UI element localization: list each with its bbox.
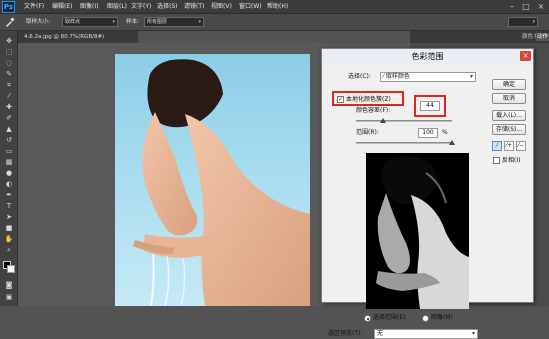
move-tool-icon[interactable]: ✥	[4, 37, 14, 45]
selection-preview-value: 无	[377, 330, 384, 337]
range-unit: %	[442, 129, 448, 136]
save-button[interactable]: 存储(S)...	[492, 124, 526, 135]
workspace-select[interactable]: ▾	[508, 17, 538, 27]
chevron-down-icon: ▾	[112, 19, 115, 25]
chevron-down-icon: ▾	[198, 19, 201, 25]
fuzziness-slider-track[interactable]	[356, 120, 452, 122]
highlight-box-localized	[332, 91, 404, 106]
toolbox: ✥ ⬚ ◌ ✎ ⌗ ⁄ ✚ ✐ ▲ ↺ ▭ ▦ ● ◐ ✒ T ➤ ■ ✋ ⌕ …	[0, 31, 18, 306]
eyedropper-icon[interactable]: ⁄	[492, 141, 502, 151]
chevron-down-icon: ▾	[532, 19, 535, 25]
menu-view[interactable]: 视图(V)	[211, 2, 232, 12]
invert-checkbox[interactable]	[493, 157, 500, 164]
woman-face-photo	[133, 59, 310, 306]
screen-mode-icon[interactable]: ▣	[4, 293, 14, 301]
type-tool-icon[interactable]: T	[4, 202, 14, 210]
dialog-title: 色彩范围	[322, 49, 533, 64]
select-dropdown[interactable]: ⁄ 取样颜色 ▾	[380, 72, 476, 82]
sample-size-label: 取样大小:	[26, 19, 50, 25]
hand-tool-icon[interactable]: ✋	[4, 235, 14, 243]
menu-file[interactable]: 文件(F)	[24, 2, 44, 12]
maximize-button[interactable]: □	[520, 2, 532, 12]
fuzziness-label: 颜色容差(F):	[356, 107, 391, 114]
blur-tool-icon[interactable]: ●	[4, 169, 14, 177]
document-tab[interactable]: 4.6.2a.jpg @ 80.7%(RGB/8#)	[18, 31, 138, 43]
select-label: 选择(C):	[348, 73, 371, 80]
crop-tool-icon[interactable]: ⌗	[4, 81, 14, 89]
canvas-photo[interactable]	[115, 54, 310, 306]
selection-preview-image	[366, 153, 469, 309]
pen-tool-icon[interactable]: ✒	[4, 191, 14, 199]
select-value: 取样颜色	[385, 73, 410, 80]
menu-window[interactable]: 窗口(W)	[239, 2, 262, 12]
sample-size-select[interactable]: 取样点 ▾	[62, 17, 118, 27]
brush-tool-icon[interactable]: ✐	[4, 114, 14, 122]
quick-mask-icon[interactable]: ◙	[4, 281, 14, 289]
eyedropper-tool-icon[interactable]	[4, 17, 15, 28]
photoshop-logo: Ps	[2, 1, 15, 13]
highlight-box-fuzziness	[414, 95, 446, 117]
menu-image[interactable]: 图像(I)	[80, 2, 98, 12]
menu-edit[interactable]: 编辑(E)	[52, 2, 72, 12]
lasso-tool-icon[interactable]: ◌	[4, 59, 14, 67]
eraser-tool-icon[interactable]: ▭	[4, 147, 14, 155]
clone-stamp-icon[interactable]: ▲	[4, 125, 14, 133]
marquee-tool-icon[interactable]: ⬚	[4, 48, 14, 56]
chevron-down-icon: ▾	[469, 73, 473, 80]
range-slider-track[interactable]	[356, 142, 452, 144]
tab-color[interactable]: 颜色	[522, 33, 533, 41]
menu-help[interactable]: 帮助(H)	[267, 2, 288, 12]
tab-actions[interactable]: 动作	[536, 33, 549, 41]
selection-radio-label: 选择范围(E)	[373, 314, 406, 321]
load-button[interactable]: 载入(L)...	[492, 110, 526, 121]
options-bar: 取样大小: 取样点 ▾ 样本: 所有图层 ▾ ▾	[0, 14, 549, 31]
dialog-close-button[interactable]: ✕	[520, 51, 531, 61]
panel-tabs: 颜色 色板 动作	[410, 31, 549, 43]
eyedropper-plus-icon[interactable]: ⁄+	[504, 141, 514, 151]
eyedropper-minus-icon[interactable]: ⁄−	[516, 141, 526, 151]
ok-button[interactable]: 确定	[492, 79, 526, 90]
quick-select-tool-icon[interactable]: ✎	[4, 70, 14, 78]
sample-value: 所有图层	[147, 19, 168, 25]
range-slider-thumb[interactable]	[449, 140, 455, 145]
eyedropper-icon[interactable]: ⁄	[4, 92, 14, 100]
invert-label: 反相(I)	[502, 157, 521, 164]
dodge-tool-icon[interactable]: ◐	[4, 180, 14, 188]
menu-select[interactable]: 选择(S)	[157, 2, 178, 12]
image-radio[interactable]	[422, 315, 429, 322]
range-label: 范围(R):	[356, 129, 379, 136]
sample-select[interactable]: 所有图层 ▾	[144, 17, 204, 27]
menu-type[interactable]: 文字(Y)	[131, 2, 151, 12]
menu-bar: Ps 文件(F) 编辑(E) 图像(I) 图层(L) 文字(Y) 选择(S) 滤…	[0, 0, 549, 14]
gradient-tool-icon[interactable]: ▦	[4, 158, 14, 166]
minimize-button[interactable]: –	[506, 2, 518, 12]
menu-filter[interactable]: 滤镜(T)	[184, 2, 204, 12]
zoom-tool-icon[interactable]: ⌕	[4, 246, 14, 254]
history-brush-icon[interactable]: ↺	[4, 136, 14, 144]
selection-preview-select[interactable]: 无 ▾	[374, 329, 478, 339]
mask-preview	[376, 155, 469, 309]
selection-preview-label: 选区预览(T):	[328, 330, 363, 337]
selection-radio[interactable]	[364, 315, 371, 322]
healing-brush-icon[interactable]: ✚	[4, 103, 14, 111]
menu-layer[interactable]: 图层(L)	[107, 2, 127, 12]
fuzziness-slider-thumb[interactable]	[380, 118, 386, 123]
range-input[interactable]: 100	[418, 128, 438, 138]
sample-label: 样本:	[126, 19, 139, 25]
path-select-icon[interactable]: ➤	[4, 213, 14, 221]
close-window-button[interactable]: ×	[535, 2, 547, 12]
image-radio-label: 图像(M)	[431, 314, 453, 321]
chevron-down-icon: ▾	[471, 330, 475, 337]
background-color-swatch[interactable]	[7, 265, 15, 273]
color-range-dialog: 色彩范围 ✕ 选择(C): ⁄ 取样颜色 ▾ ✓ 本地化颜色簇(Z) 颜色容差(…	[321, 48, 534, 339]
sample-size-value: 取样点	[65, 19, 81, 25]
shape-tool-icon[interactable]: ■	[4, 224, 14, 232]
cancel-button[interactable]: 取消	[492, 93, 526, 104]
